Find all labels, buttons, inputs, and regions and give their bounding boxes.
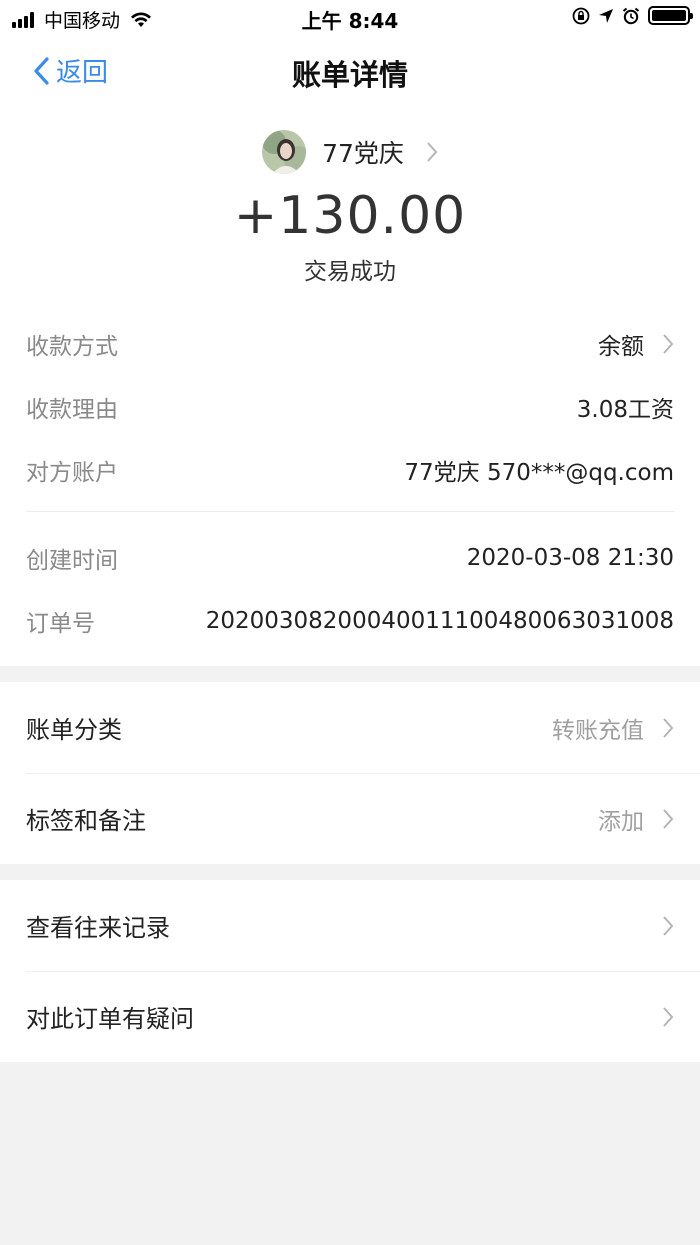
payee-name: 77党庆 bbox=[322, 139, 404, 168]
payee-link[interactable]: 77党庆 bbox=[262, 130, 438, 174]
row-value bbox=[644, 1006, 674, 1028]
status-right bbox=[564, 6, 693, 25]
detail-label: 创建时间 bbox=[26, 547, 118, 574]
row-value: 添加 bbox=[598, 802, 674, 836]
row-value-text: 添加 bbox=[598, 808, 644, 835]
chevron-right-icon bbox=[663, 915, 674, 936]
detail-row-payment-method[interactable]: 收款方式 余额 bbox=[26, 312, 674, 375]
bill-header: 77党庆 +130.00 交易成功 bbox=[0, 106, 700, 312]
avatar bbox=[262, 130, 307, 174]
chevron-right-icon bbox=[663, 333, 674, 354]
detail-row-reason: 收款理由 3.08工资 bbox=[26, 375, 674, 438]
detail-value-text: 余额 bbox=[598, 333, 644, 360]
order-question-row[interactable]: 对此订单有疑问 bbox=[0, 971, 700, 1062]
location-icon bbox=[599, 8, 613, 23]
detail-label: 收款理由 bbox=[26, 396, 118, 423]
detail-value: 2020-03-08 21:30 bbox=[466, 544, 674, 571]
detail-value: 20200308200040011100480063031008 bbox=[205, 607, 674, 634]
battery-icon bbox=[648, 6, 693, 25]
chevron-right-icon bbox=[663, 717, 674, 738]
category-section: 账单分类 转账充值 标签和备注 添加 bbox=[0, 682, 700, 864]
detail-label: 收款方式 bbox=[26, 333, 118, 360]
page-title: 账单详情 bbox=[291, 58, 408, 92]
detail-row-order-number: 订单号 20200308200040011100480063031008 bbox=[26, 589, 674, 652]
chevron-right-icon bbox=[663, 1006, 674, 1027]
divider bbox=[26, 511, 674, 512]
actions-section: 查看往来记录 对此订单有疑问 bbox=[0, 880, 700, 1062]
detail-value: 3.08工资 bbox=[576, 396, 674, 423]
row-label: 对此订单有疑问 bbox=[26, 1005, 194, 1033]
detail-row-created-time: 创建时间 2020-03-08 21:30 bbox=[26, 526, 674, 589]
detail-row-counterparty: 对方账户 77党庆 570***@qq.com bbox=[26, 438, 674, 501]
chevron-right-icon bbox=[663, 808, 674, 829]
transaction-status: 交易成功 bbox=[304, 259, 396, 285]
row-value-text: 转账充值 bbox=[552, 717, 644, 744]
detail-label: 订单号 bbox=[26, 610, 95, 637]
top-area: 中国移动 上午 8:44 返回 账单详情 77党庆 +130.00 交易成功 收… bbox=[0, 0, 700, 666]
row-value bbox=[644, 915, 674, 937]
detail-value: 77党庆 570***@qq.com bbox=[404, 459, 674, 486]
transaction-amount: +130.00 bbox=[233, 186, 467, 246]
row-label: 标签和备注 bbox=[26, 807, 146, 835]
row-label: 查看往来记录 bbox=[26, 914, 170, 942]
rotation-lock-icon bbox=[572, 7, 590, 24]
detail-value: 余额 bbox=[598, 327, 674, 361]
bill-details: 收款方式 余额 收款理由 3.08工资 对方账户 77党庆 570***@qq.… bbox=[0, 312, 700, 666]
detail-label: 对方账户 bbox=[26, 459, 118, 486]
status-bar: 中国移动 上午 8:44 bbox=[0, 0, 700, 36]
section-gap bbox=[0, 864, 700, 880]
alarm-icon bbox=[622, 7, 640, 24]
nav-bar: 返回 账单详情 bbox=[0, 36, 700, 106]
row-value: 转账充值 bbox=[552, 711, 674, 745]
transaction-history-row[interactable]: 查看往来记录 bbox=[0, 880, 700, 971]
bill-category-row[interactable]: 账单分类 转账充值 bbox=[0, 682, 700, 773]
tags-notes-row[interactable]: 标签和备注 添加 bbox=[0, 773, 700, 864]
section-gap bbox=[0, 666, 700, 682]
chevron-right-icon bbox=[427, 142, 438, 162]
row-label: 账单分类 bbox=[26, 716, 122, 744]
